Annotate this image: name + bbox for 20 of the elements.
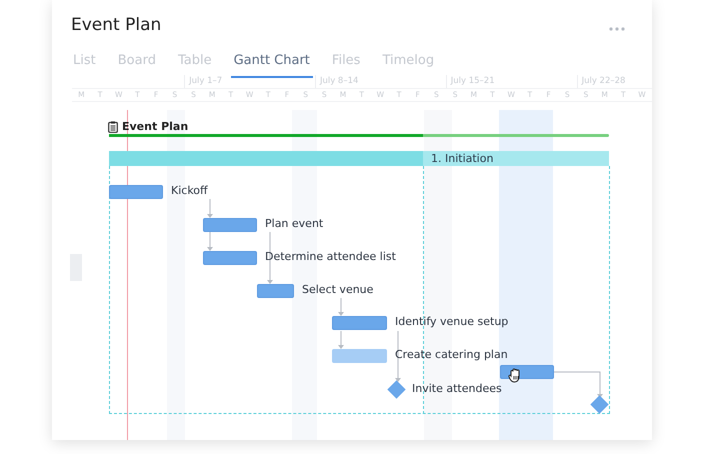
task-name: Determine attendee list xyxy=(265,249,396,265)
task-name: Plan event xyxy=(265,216,324,232)
tab[interactable]: Gantt Chart xyxy=(230,52,313,78)
more-icon[interactable] xyxy=(609,27,625,31)
task-name: Create catering plan xyxy=(395,347,508,363)
tab[interactable]: Board xyxy=(114,52,159,78)
tab[interactable]: Table xyxy=(174,52,215,78)
phase-name: 1. Initiation xyxy=(431,151,494,166)
tab[interactable]: Files xyxy=(328,52,364,78)
task-name: Select venue xyxy=(302,282,374,298)
task-name: Invite attendees xyxy=(412,381,502,397)
window-title: Event Plan xyxy=(71,15,162,35)
clipboard-icon xyxy=(108,120,118,132)
project-name: Event Plan xyxy=(122,120,188,133)
task-name: Kickoff xyxy=(171,183,208,199)
hand-cursor-icon xyxy=(508,368,522,383)
phase-bar[interactable] xyxy=(109,151,609,166)
tab[interactable]: Timelog xyxy=(379,52,438,78)
tab[interactable]: List xyxy=(70,52,99,78)
task-name: Identify venue setup xyxy=(395,314,508,330)
